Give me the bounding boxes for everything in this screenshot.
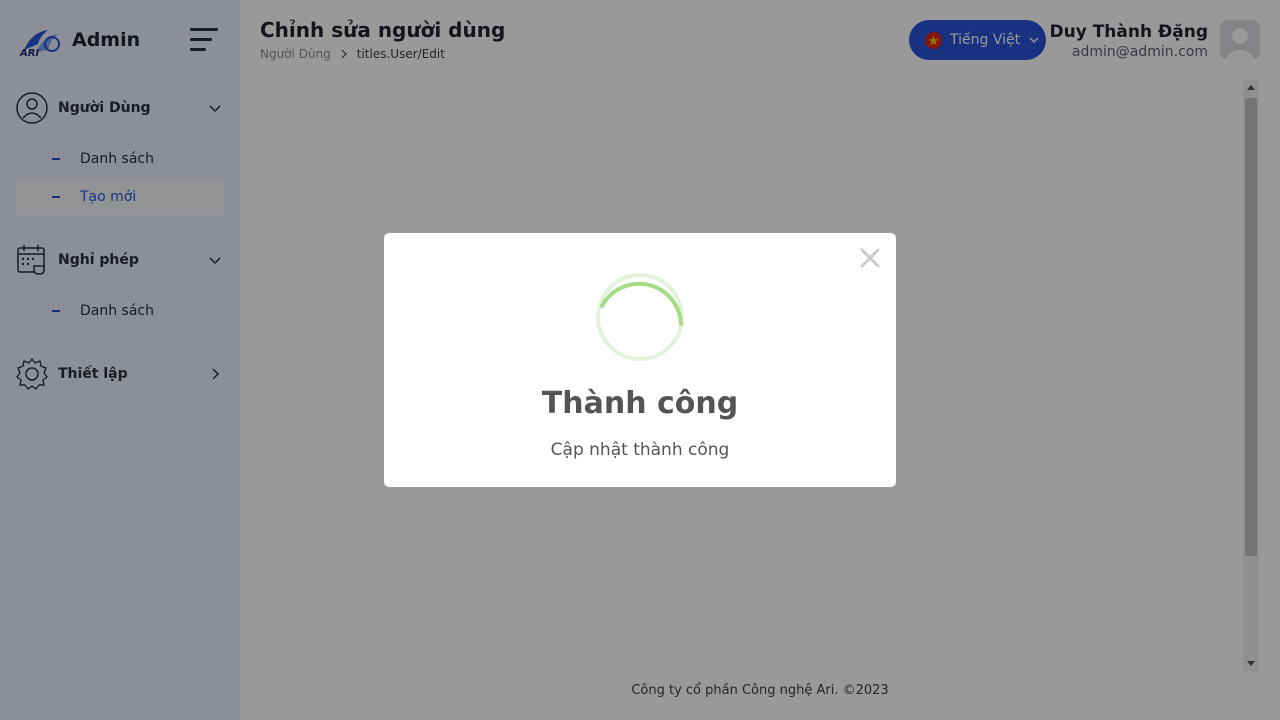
close-icon[interactable] xyxy=(857,245,883,271)
success-dialog: Thành công Cập nhật thành công xyxy=(384,233,896,487)
success-spinner-icon xyxy=(596,273,684,361)
dialog-message: Cập nhật thành công xyxy=(550,440,730,460)
dialog-title: Thành công xyxy=(541,386,739,421)
